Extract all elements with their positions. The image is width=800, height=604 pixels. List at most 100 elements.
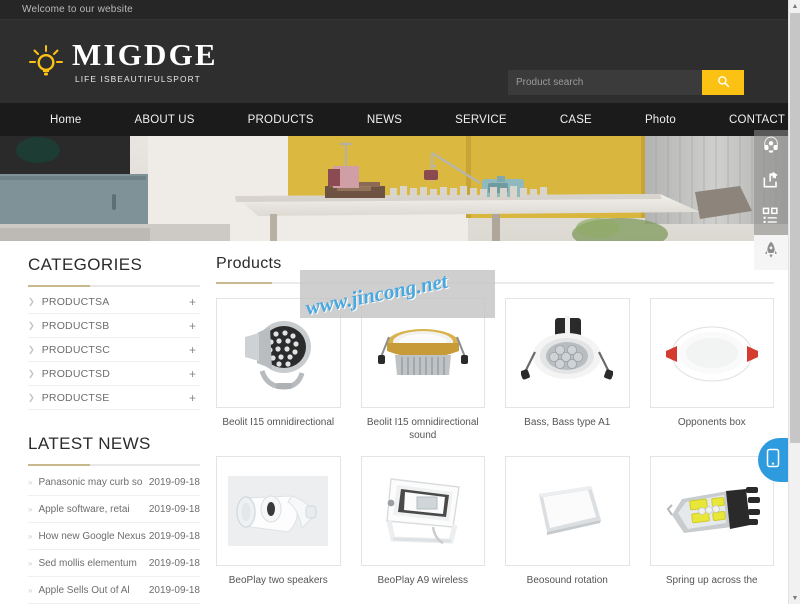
product-caption[interactable]: Opponents box	[650, 416, 775, 429]
site-header: MIGDGE LIFE ISBEAUTIFULSPORT	[0, 20, 788, 103]
scroll-up-arrow-icon[interactable]: ▲	[789, 0, 800, 12]
news-date: 2019-09-18	[148, 584, 200, 596]
nav-item-contact[interactable]: CONTACT	[711, 114, 800, 126]
nav-item-about-us[interactable]: ABOUT US	[116, 114, 212, 126]
main-navigation: Home ABOUT US PRODUCTS NEWS SERVICE CASE…	[0, 103, 788, 136]
nav-item-service[interactable]: SERVICE	[437, 114, 525, 126]
qr-list-button[interactable]	[754, 200, 788, 235]
search-input[interactable]	[508, 70, 702, 95]
floating-toolbar	[754, 130, 788, 270]
product-thumbnail[interactable]	[505, 298, 630, 408]
product-card[interactable]: Beolit I15 omnidirectional	[216, 298, 341, 442]
title-divider	[216, 282, 774, 284]
bullet-icon: »	[28, 504, 33, 514]
chevron-right-icon: ❯	[28, 321, 35, 330]
page-title: Products	[216, 255, 282, 272]
product-grid: Beolit I15 omnidirectional Beolit I15 om…	[216, 298, 774, 587]
product-thumbnail[interactable]	[216, 456, 341, 566]
bullet-icon: »	[28, 585, 33, 595]
sidebar-item-productsd[interactable]: ❯ PRODUCTSD +	[28, 362, 200, 386]
white-tube-fixture-icon	[228, 476, 329, 546]
category-label: PRODUCTSE	[41, 391, 110, 404]
product-caption[interactable]: BeoPlay two speakers	[216, 574, 341, 587]
mobile-phone-icon	[766, 448, 780, 473]
product-card[interactable]: BeoPlay two speakers	[216, 456, 341, 587]
white-led-floodlight-icon	[373, 469, 473, 553]
search-button[interactable]	[702, 70, 744, 95]
nav-item-case[interactable]: CASE	[542, 114, 610, 126]
category-label: PRODUCTSC	[41, 343, 111, 356]
sidebar-item-productse[interactable]: ❯ PRODUCTSE +	[28, 386, 200, 410]
browser-scrollbar[interactable]: ▲ ▼	[788, 0, 800, 604]
product-caption[interactable]: Beolit I15 omnidirectional	[216, 416, 341, 429]
product-card[interactable]: Spring up across the	[649, 456, 775, 587]
product-card[interactable]: Beolit I15 omnidirectional sound	[360, 298, 486, 442]
news-list-item[interactable]: » Panasonic may curb so 2019-09-18	[28, 469, 200, 496]
product-thumbnail[interactable]	[649, 298, 774, 408]
main-column: Products Beolit I15 omnidirectional Beol…	[200, 255, 788, 604]
page-root: Welcome to our website MIGDGE LIFE ISBEA…	[0, 0, 800, 604]
nav-item-photo[interactable]: Photo	[627, 114, 694, 126]
product-caption[interactable]: Bass, Bass type A1	[505, 416, 630, 429]
hero-banner-image	[0, 136, 788, 241]
share-icon	[761, 170, 781, 195]
product-card[interactable]: BeoPlay A9 wireless	[360, 456, 486, 587]
scrollbar-thumb[interactable]	[790, 13, 800, 443]
news-list-item[interactable]: » Sed mollis elementum 2019-09-18	[28, 550, 200, 577]
brand-tagline: LIFE ISBEAUTIFULSPORT	[75, 74, 201, 84]
product-card[interactable]: Bass, Bass type A1	[505, 298, 630, 442]
chevron-right-icon: ❯	[28, 297, 35, 306]
product-thumbnail[interactable]	[360, 456, 485, 566]
rocket-back-to-top-icon	[761, 240, 781, 265]
product-card[interactable]: Opponents box	[649, 298, 775, 442]
back-to-top-button[interactable]	[754, 235, 788, 270]
news-date: 2019-09-18	[148, 557, 200, 569]
qr-list-icon	[761, 205, 781, 230]
news-list-item[interactable]: » Apple software, retai 2019-09-18	[28, 496, 200, 523]
top-welcome-bar: Welcome to our website	[0, 0, 788, 20]
page-content: CATEGORIES ❯ PRODUCTSA + ❯ PRODUCTSB + ❯…	[0, 241, 788, 604]
plus-icon[interactable]: +	[189, 319, 200, 333]
logo[interactable]: MIGDGE LIFE ISBEAUTIFULSPORT	[26, 39, 218, 84]
product-caption[interactable]: Spring up across the	[650, 574, 775, 587]
sidebar-item-productsb[interactable]: ❯ PRODUCTSB +	[28, 314, 200, 338]
news-list-item[interactable]: » How new Google Nexus 2019-09-18	[28, 523, 200, 550]
news-date: 2019-09-18	[148, 530, 200, 542]
plus-icon[interactable]: +	[189, 295, 200, 309]
chevron-right-icon: ❯	[28, 369, 35, 378]
sidebar-item-productsc[interactable]: ❯ PRODUCTSC +	[28, 338, 200, 362]
category-label: PRODUCTSA	[41, 295, 110, 308]
news-list-item[interactable]: » Apple Sells Out of Al 2019-09-18	[28, 577, 200, 604]
share-button[interactable]	[754, 165, 788, 200]
product-card[interactable]: Beosound rotation	[505, 456, 630, 587]
bullet-icon: »	[28, 558, 33, 568]
nav-item-news[interactable]: NEWS	[349, 114, 420, 126]
hero-banner[interactable]	[0, 136, 788, 241]
plus-icon[interactable]: +	[189, 391, 200, 405]
chevron-right-icon: ❯	[28, 393, 35, 402]
logo-text-block: MIGDGE LIFE ISBEAUTIFULSPORT	[72, 39, 218, 84]
sidebar: CATEGORIES ❯ PRODUCTSA + ❯ PRODUCTSB + ❯…	[0, 255, 200, 604]
customer-service-button[interactable]	[754, 130, 788, 165]
product-thumbnail[interactable]	[505, 456, 630, 566]
product-thumbnail[interactable]	[360, 298, 485, 408]
white-spotlight-7led-icon	[521, 312, 614, 394]
plus-icon[interactable]: +	[189, 367, 200, 381]
product-caption[interactable]: BeoPlay A9 wireless	[361, 574, 486, 587]
news-title: Panasonic may curb so	[38, 476, 143, 488]
news-date: 2019-09-18	[148, 503, 200, 515]
sidebar-item-productsa[interactable]: ❯ PRODUCTSA +	[28, 290, 200, 314]
nav-item-home[interactable]: Home	[32, 114, 99, 126]
plus-icon[interactable]: +	[189, 343, 200, 357]
product-thumbnail[interactable]	[216, 298, 341, 408]
search-icon	[717, 75, 730, 91]
product-caption[interactable]: Beolit I15 omnidirectional sound	[361, 416, 486, 442]
product-caption[interactable]: Beosound rotation	[505, 574, 630, 587]
welcome-text: Welcome to our website	[22, 4, 133, 15]
product-thumbnail[interactable]	[649, 456, 774, 566]
nav-item-products[interactable]: PRODUCTS	[230, 114, 332, 126]
round-panel-light-red-clips-icon	[662, 318, 762, 388]
categories-divider	[28, 285, 200, 287]
scroll-down-arrow-icon[interactable]: ▼	[789, 592, 800, 604]
bullet-icon: »	[28, 477, 33, 487]
